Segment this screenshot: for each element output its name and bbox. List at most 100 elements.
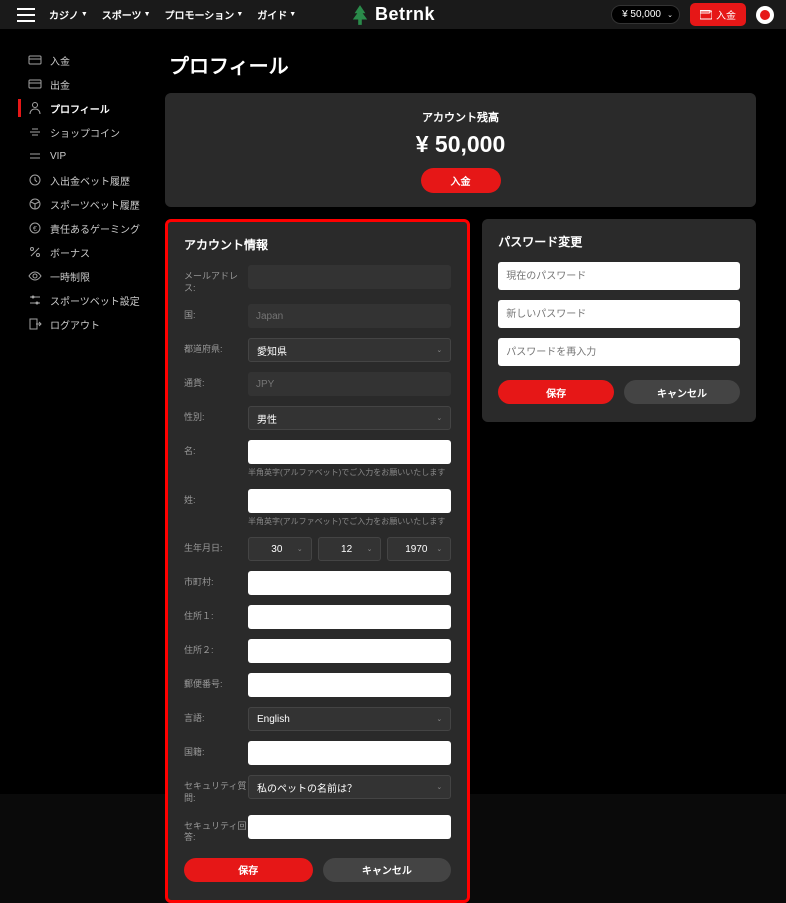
sidebar-item-8[interactable]: ボーナス — [20, 240, 155, 264]
dob-month-select[interactable]: 12⌄ — [318, 537, 382, 561]
user-icon — [28, 101, 42, 115]
addr2-label: 住所２: — [184, 639, 248, 657]
addr1-field[interactable] — [248, 605, 451, 629]
sidebar: 入金出金プロフィールショップコイン VIP 入出金ベット履歴スポーツベット履歴 € 責任… — [0, 40, 155, 903]
vip-icon — [28, 149, 42, 163]
sidebar-item-label: 一時制限 — [50, 269, 90, 284]
sliders-icon — [28, 293, 42, 307]
sidebar-item-5[interactable]: 入出金ベット履歴 — [20, 168, 155, 192]
logout-icon — [28, 317, 42, 331]
nav-guide[interactable]: ガイド▼ — [257, 7, 296, 22]
balance-label: アカウント残高 — [165, 109, 756, 125]
lang-label: 言語: — [184, 707, 248, 725]
card-icon — [28, 53, 42, 67]
new-password-field[interactable] — [498, 300, 740, 328]
city-label: 市町村: — [184, 571, 248, 589]
gender-label: 性別: — [184, 406, 248, 424]
last-name-label: 姓: — [184, 489, 248, 507]
sidebar-item-0[interactable]: 入金 — [20, 48, 155, 72]
addr2-field[interactable] — [248, 639, 451, 663]
account-title: アカウント情報 — [184, 236, 451, 253]
logo-text: Betrnk — [375, 4, 435, 25]
sidebar-item-11[interactable]: ログアウト — [20, 312, 155, 336]
first-name-field[interactable] — [248, 440, 451, 464]
security-question-select[interactable]: 私のペットの名前は？⌄ — [248, 775, 451, 799]
email-field[interactable] — [248, 265, 451, 289]
city-field[interactable] — [248, 571, 451, 595]
password-panel: パスワード変更 保存 キャンセル — [482, 219, 756, 422]
history-icon — [28, 173, 42, 187]
deposit-button[interactable]: 入金 — [421, 168, 501, 193]
eye-icon — [28, 269, 42, 283]
coin-icon — [28, 125, 42, 139]
country-field — [248, 304, 451, 328]
nationality-label: 国籍: — [184, 741, 248, 759]
dob-year-select[interactable]: 1970⌄ — [387, 537, 451, 561]
current-password-field[interactable] — [498, 262, 740, 290]
logo[interactable]: Betrnk — [351, 4, 435, 25]
top-bar: カジノ▼ スポーツ▼ プロモーション▼ ガイド▼ Betrnk ¥ 50,000… — [0, 0, 786, 30]
sidebar-item-3[interactable]: ショップコイン — [20, 120, 155, 144]
sidebar-item-10[interactable]: スポーツベット設定 — [20, 288, 155, 312]
language-flag[interactable] — [756, 6, 774, 24]
currency-label: 通貨: — [184, 372, 248, 390]
prefecture-select[interactable]: 愛知県⌄ — [248, 338, 451, 362]
sidebar-item-label: スポーツベット設定 — [50, 293, 140, 308]
language-select[interactable]: English⌄ — [248, 707, 451, 731]
sidebar-item-label: スポーツベット履歴 — [50, 197, 140, 212]
nav-sports[interactable]: スポーツ▼ — [102, 7, 151, 22]
balance-amount: ¥ 50,000 — [165, 131, 756, 158]
balance-dropdown[interactable]: ¥ 50,000⌄ — [611, 5, 680, 24]
gender-select[interactable]: 男性⌄ — [248, 406, 451, 430]
account-cancel-button[interactable]: キャンセル — [323, 858, 452, 882]
first-name-help: 半角英字(アルファベット)でご入力をお願いいたします — [248, 468, 451, 478]
sidebar-item-label: ログアウト — [50, 317, 100, 332]
sidebar-item-6[interactable]: スポーツベット履歴 — [20, 192, 155, 216]
security-answer-field[interactable] — [248, 815, 451, 839]
dob-day-select[interactable]: 30⌄ — [248, 537, 312, 561]
deposit-button-top[interactable]: 入金 — [690, 3, 746, 26]
addr1-label: 住所１: — [184, 605, 248, 623]
account-info-panel: アカウント情報 メールアドレス: 国: 都道府県:愛知県⌄ 通貨: 性別:男性⌄… — [165, 219, 470, 903]
nav-casino[interactable]: カジノ▼ — [49, 7, 88, 22]
email-label: メールアドレス: — [184, 265, 248, 294]
sidebar-item-7[interactable]: € 責任あるゲーミング — [20, 216, 155, 240]
confirm-password-field[interactable] — [498, 338, 740, 366]
last-name-field[interactable] — [248, 489, 451, 513]
sidebar-item-label: VIP — [50, 151, 66, 162]
password-title: パスワード変更 — [498, 233, 740, 250]
dob-label: 生年月日: — [184, 537, 248, 555]
sidebar-item-1[interactable]: 出金 — [20, 72, 155, 96]
seca-label: セキュリティ回答: — [184, 815, 248, 844]
pref-label: 都道府県: — [184, 338, 248, 356]
card-icon — [28, 77, 42, 91]
password-cancel-button[interactable]: キャンセル — [624, 380, 740, 404]
main-content: プロフィール アカウント残高 ¥ 50,000 入金 アカウント情報 メールアド… — [155, 40, 786, 903]
ball-icon — [28, 197, 42, 211]
secq-label: セキュリティ質問: — [184, 775, 248, 804]
country-label: 国: — [184, 304, 248, 322]
sidebar-item-label: 入出金ベット履歴 — [50, 173, 130, 188]
tree-icon — [351, 5, 369, 25]
svg-text:€: € — [33, 226, 37, 233]
sidebar-item-9[interactable]: 一時制限 — [20, 264, 155, 288]
nationality-field[interactable] — [248, 741, 451, 765]
shield-icon: € — [28, 221, 42, 235]
sidebar-item-2[interactable]: プロフィール — [20, 96, 155, 120]
account-save-button[interactable]: 保存 — [184, 858, 313, 882]
sidebar-item-label: ボーナス — [50, 245, 90, 260]
postal-field[interactable] — [248, 673, 451, 697]
password-save-button[interactable]: 保存 — [498, 380, 614, 404]
first-name-label: 名: — [184, 440, 248, 458]
sidebar-item-label: 入金 — [50, 53, 70, 68]
wallet-icon — [700, 10, 712, 20]
page-title: プロフィール — [169, 50, 756, 79]
last-name-help: 半角英字(アルファベット)でご入力をお願いいたします — [248, 517, 451, 527]
menu-icon[interactable] — [17, 8, 35, 22]
nav-promo[interactable]: プロモーション▼ — [165, 7, 244, 22]
sidebar-item-label: ショップコイン — [50, 125, 120, 140]
postal-label: 郵便番号: — [184, 673, 248, 691]
sidebar-item-label: 責任あるゲーミング — [50, 221, 140, 236]
sidebar-item-4[interactable]: VIP — [20, 144, 155, 168]
percent-icon — [28, 245, 42, 259]
